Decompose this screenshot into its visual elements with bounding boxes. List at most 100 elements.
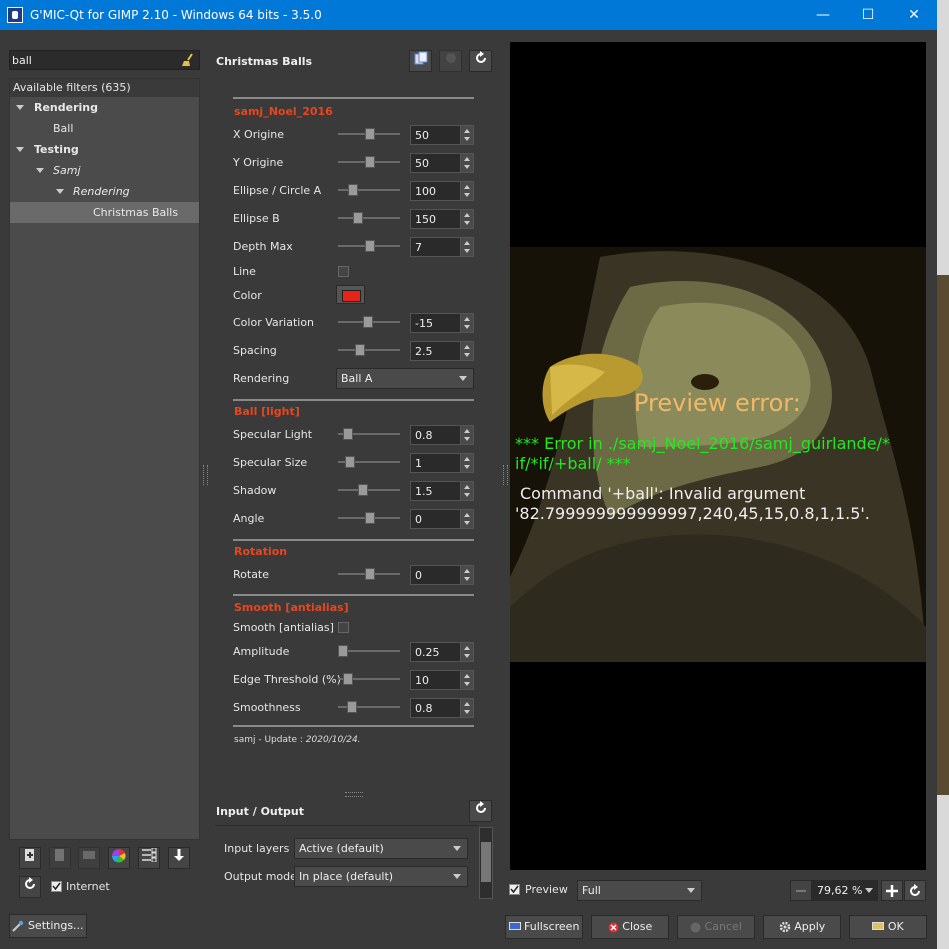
- shadow-slider[interactable]: [338, 484, 400, 496]
- slider-handle[interactable]: [345, 456, 355, 468]
- slider-handle[interactable]: [365, 512, 375, 524]
- slider-handle[interactable]: [365, 156, 375, 168]
- ellipse-a-spinbox[interactable]: 100: [410, 181, 474, 201]
- internet-checkbox[interactable]: [51, 881, 62, 892]
- zoom-level-field[interactable]: 79,62 %: [812, 880, 878, 901]
- refresh-filters-button[interactable]: [19, 876, 41, 898]
- io-scrollbar[interactable]: [479, 827, 493, 899]
- rotate-slider[interactable]: [338, 568, 400, 580]
- slider-handle[interactable]: [343, 673, 353, 685]
- output-mode-select[interactable]: In place (default): [294, 866, 468, 887]
- settings-button[interactable]: Settings...: [9, 914, 87, 938]
- specular-light-spinbox[interactable]: 0.8: [410, 425, 474, 445]
- expand-all-button[interactable]: [168, 847, 190, 869]
- slider-handle[interactable]: [338, 645, 348, 657]
- expand-arrow-icon[interactable]: [36, 168, 44, 173]
- tree-item-christmas-balls[interactable]: Christmas Balls: [10, 202, 199, 223]
- smooth-checkbox[interactable]: [338, 622, 349, 633]
- smoothness-spinbox[interactable]: 0.8: [410, 698, 474, 718]
- selection-mode-button[interactable]: [138, 847, 160, 869]
- close-button[interactable]: Close: [591, 915, 669, 939]
- slider-handle[interactable]: [348, 184, 358, 196]
- slider-handle[interactable]: [365, 568, 375, 580]
- cancel-button[interactable]: Cancel: [677, 915, 755, 939]
- depth-max-slider[interactable]: [338, 240, 400, 252]
- zoom-out-button[interactable]: [790, 880, 812, 901]
- filter-search-box[interactable]: [9, 50, 200, 70]
- fullscreen-button[interactable]: Fullscreen: [505, 915, 583, 939]
- color-picker-button[interactable]: [336, 285, 365, 304]
- ellipse-b-slider[interactable]: [338, 212, 400, 224]
- amplitude-spinbox[interactable]: 0.25: [410, 642, 474, 662]
- filter-tree[interactable]: Available filters (635) Rendering Ball T…: [9, 78, 200, 840]
- expand-arrow-icon[interactable]: [56, 189, 64, 194]
- visibility-button[interactable]: [108, 847, 130, 869]
- rename-favorite-button[interactable]: [78, 847, 100, 869]
- filter-search-input[interactable]: [12, 52, 172, 68]
- close-window-button[interactable]: ✕: [891, 0, 937, 30]
- y-origine-slider[interactable]: [338, 156, 400, 168]
- slider-handle[interactable]: [363, 316, 373, 328]
- slider-handle[interactable]: [343, 428, 353, 440]
- scrollbar-thumb[interactable]: [481, 842, 491, 882]
- clear-search-icon[interactable]: [181, 53, 195, 67]
- angle-slider[interactable]: [338, 512, 400, 524]
- color-variation-spinbox[interactable]: -15: [410, 313, 474, 333]
- specular-size-spinbox[interactable]: 1: [410, 453, 474, 473]
- specular-light-slider[interactable]: [338, 428, 400, 440]
- expand-arrow-icon[interactable]: [16, 147, 24, 152]
- reset-params-button[interactable]: [469, 50, 492, 72]
- specular-size-slider[interactable]: [338, 456, 400, 468]
- ellipse-b-spinbox[interactable]: 150: [410, 209, 474, 229]
- apply-button[interactable]: Apply: [763, 915, 841, 939]
- edge-threshold-slider[interactable]: [338, 673, 400, 685]
- preview-checkbox[interactable]: [509, 884, 520, 895]
- ellipse-a-slider[interactable]: [338, 184, 400, 196]
- zoom-reset-button[interactable]: [904, 880, 926, 901]
- slider-handle[interactable]: [353, 212, 363, 224]
- ok-button[interactable]: OK: [849, 915, 927, 939]
- random-params-button[interactable]: [439, 50, 462, 72]
- preview-mode-select[interactable]: Full: [577, 880, 702, 901]
- shadow-spinbox[interactable]: 1.5: [410, 481, 474, 501]
- splitter-handle[interactable]: [345, 792, 363, 797]
- input-layers-select[interactable]: Active (default): [294, 838, 468, 859]
- x-origine-slider[interactable]: [338, 128, 400, 140]
- y-origine-spinbox[interactable]: 50: [410, 153, 474, 173]
- spacing-spinbox[interactable]: 2.5: [410, 341, 474, 361]
- spacing-slider[interactable]: [338, 344, 400, 356]
- tree-item-rendering[interactable]: Rendering: [10, 97, 199, 118]
- io-reset-button[interactable]: [469, 800, 492, 822]
- angle-spinbox[interactable]: 0: [410, 509, 474, 529]
- remove-favorite-button[interactable]: [49, 847, 71, 869]
- expand-arrow-icon[interactable]: [16, 105, 24, 110]
- splitter-handle[interactable]: [503, 465, 508, 485]
- add-favorite-button[interactable]: [19, 847, 41, 869]
- slider-handle[interactable]: [355, 344, 365, 356]
- tree-item-testing[interactable]: Testing: [10, 139, 199, 160]
- rendering-select[interactable]: Ball A: [336, 368, 474, 389]
- line-checkbox[interactable]: [338, 266, 349, 277]
- slider-handle[interactable]: [358, 484, 368, 496]
- tree-item-samj-rendering[interactable]: Rendering: [10, 181, 199, 202]
- zoom-in-button[interactable]: [881, 880, 903, 901]
- preview-label: Preview: [525, 883, 568, 896]
- slider-handle[interactable]: [347, 701, 357, 713]
- x-origine-spinbox[interactable]: 50: [410, 125, 474, 145]
- splitter-handle[interactable]: [203, 465, 208, 485]
- color-variation-slider[interactable]: [338, 316, 400, 328]
- preview-area[interactable]: Preview error: *** Error in ./samj_Noel_…: [510, 42, 926, 870]
- depth-max-spinbox[interactable]: 7: [410, 237, 474, 257]
- slider-handle[interactable]: [365, 240, 375, 252]
- tree-item-ball[interactable]: Ball: [10, 118, 199, 139]
- slider-handle[interactable]: [365, 128, 375, 140]
- minimize-button[interactable]: —: [800, 0, 846, 30]
- rotate-spinbox[interactable]: 0: [410, 565, 474, 585]
- amplitude-slider[interactable]: [338, 645, 400, 657]
- favorite-toggle-button[interactable]: [409, 50, 432, 72]
- edge-threshold-spinbox[interactable]: 10: [410, 670, 474, 690]
- tree-item-samj[interactable]: Samj: [10, 160, 199, 181]
- smoothness-slider[interactable]: [338, 701, 400, 713]
- specular-light-label: Specular Light: [233, 428, 313, 441]
- maximize-button[interactable]: ☐: [845, 0, 891, 30]
